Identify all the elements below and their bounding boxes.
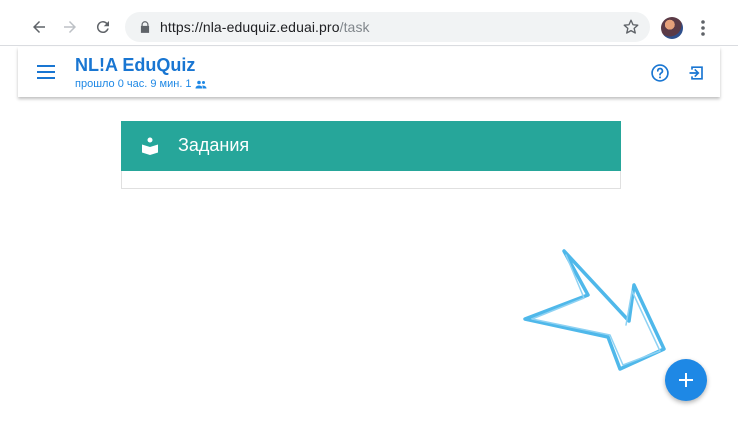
app-toolbar: NL!A EduQuiz прошло 0 час. 9 мин. 1 — [18, 47, 720, 97]
participants-count: 1 — [185, 78, 192, 90]
lock-icon — [140, 21, 150, 33]
url-text: https://nla-eduquiz.eduai.pro/task — [160, 19, 370, 35]
back-icon[interactable] — [28, 16, 50, 38]
url-host: https://nla-eduquiz.eduai.pro — [160, 19, 340, 35]
hint-arrow-icon — [523, 249, 666, 371]
reading-icon — [142, 137, 158, 155]
tasks-card: Задания — [121, 121, 621, 189]
hamburger-icon[interactable] — [37, 65, 55, 79]
forward-icon[interactable] — [59, 16, 81, 38]
url-path: /task — [339, 19, 370, 35]
more-vert-icon[interactable] — [696, 18, 710, 38]
tasks-card-title: Задания — [178, 135, 250, 155]
tasks-card-header: Задания — [121, 121, 621, 171]
app-title: NL!A EduQuiz — [75, 55, 196, 75]
address-bar[interactable]: https://nla-eduquiz.eduai.pro/task — [125, 12, 650, 42]
session-status: прошло 0 час. 9 мин. 1 — [75, 78, 207, 90]
add-task-button[interactable] — [665, 359, 707, 401]
bookmark-star-icon[interactable] — [622, 18, 640, 36]
page: https://nla-eduquiz.eduai.pro/task NL!A … — [0, 0, 738, 448]
browser-toolbar: https://nla-eduquiz.eduai.pro/task — [0, 0, 738, 46]
group-icon — [195, 80, 207, 88]
reload-icon[interactable] — [92, 16, 114, 38]
profile-avatar[interactable] — [661, 17, 683, 39]
help-icon[interactable] — [650, 63, 670, 83]
elapsed-time: прошло 0 час. 9 мин. — [75, 78, 183, 90]
plus-icon — [679, 373, 693, 387]
exit-icon[interactable] — [687, 63, 707, 83]
